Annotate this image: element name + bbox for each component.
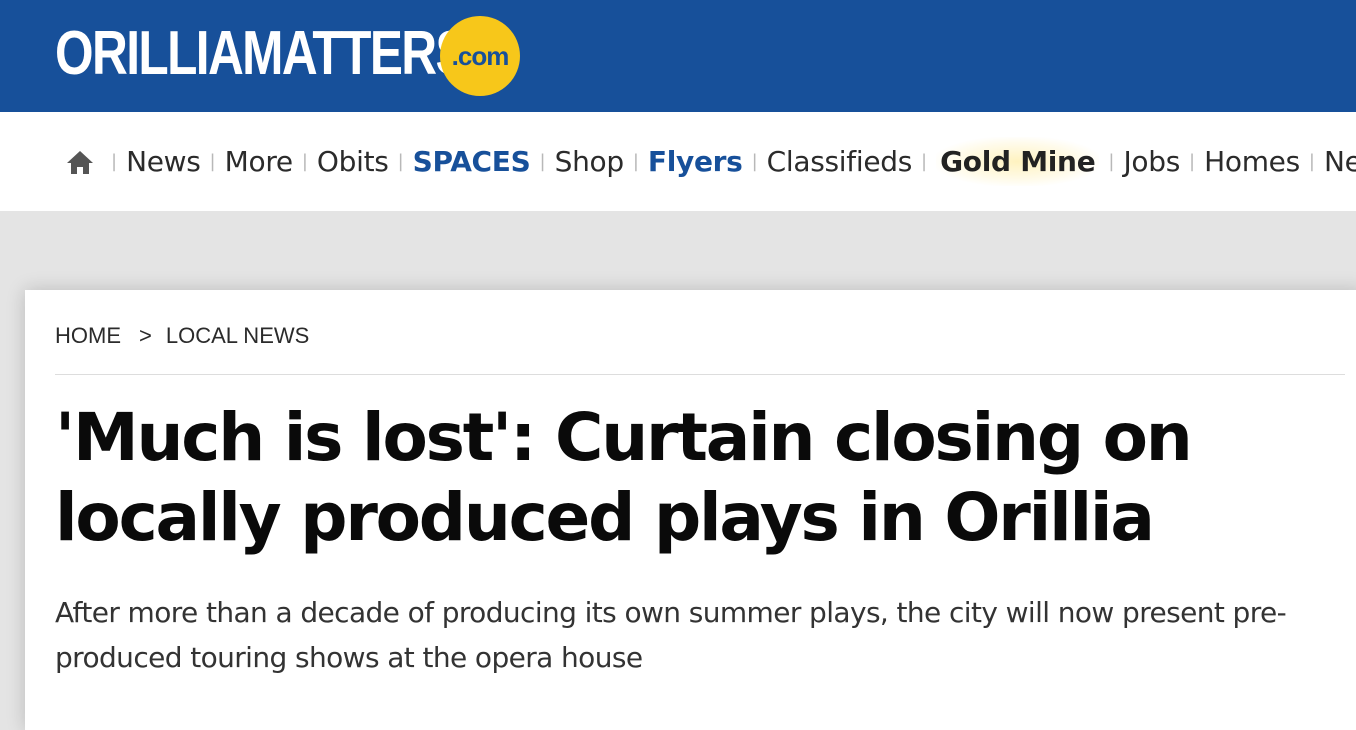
nav-item-obits[interactable]: Obits — [317, 145, 389, 178]
nav-list: | News | More | Obits | SPACES | Shop | … — [66, 112, 1356, 211]
breadcrumb-separator: > — [139, 323, 152, 348]
nav-separator: | — [1308, 151, 1315, 172]
nav-item-homes[interactable]: Homes — [1204, 145, 1300, 178]
nav-separator: | — [751, 151, 758, 172]
main-nav: | News | More | Obits | SPACES | Shop | … — [0, 112, 1356, 211]
home-icon[interactable] — [66, 149, 94, 175]
breadcrumb-divider — [55, 374, 1345, 375]
nav-item-more[interactable]: More — [225, 145, 294, 178]
article-dek: After more than a decade of producing it… — [55, 596, 1287, 674]
nav-item-classifieds[interactable]: Classifieds — [767, 145, 913, 178]
article-card: HOME > LOCAL NEWS 'Much is lost': Curtai… — [25, 290, 1356, 730]
nav-separator: | — [301, 151, 308, 172]
nav-separator: | — [111, 151, 118, 172]
nav-separator: | — [921, 151, 928, 172]
breadcrumb-home[interactable]: HOME — [55, 323, 121, 349]
nav-item-flyers[interactable]: Flyers — [648, 145, 743, 178]
article-headline: 'Much is lost': Curtain closing on local… — [55, 399, 1193, 556]
breadcrumb-local-news[interactable]: LOCAL NEWS — [166, 323, 309, 349]
breadcrumb: HOME > LOCAL NEWS — [55, 323, 309, 349]
logo-badge: .com — [440, 16, 520, 96]
nav-item-truncated[interactable]: Ne — [1324, 145, 1356, 178]
logo-badge-text: .com — [451, 40, 510, 71]
nav-separator: | — [397, 151, 404, 172]
nav-item-spaces[interactable]: SPACES — [413, 145, 531, 178]
nav-separator: | — [209, 151, 216, 172]
nav-separator: | — [1108, 151, 1115, 172]
nav-separator: | — [632, 151, 639, 172]
nav-item-shop[interactable]: Shop — [555, 145, 625, 178]
nav-separator: | — [1189, 151, 1196, 172]
site-header: ORILLIAMATTERS .com — [0, 0, 1356, 112]
nav-item-gold-mine[interactable]: Gold Mine — [936, 137, 1100, 186]
logo-text: ORILLIAMATTERS — [55, 19, 469, 88]
nav-item-jobs[interactable]: Jobs — [1123, 145, 1180, 178]
site-logo[interactable]: ORILLIAMATTERS .com — [55, 12, 570, 96]
nav-separator: | — [539, 151, 546, 172]
nav-item-news[interactable]: News — [126, 145, 201, 178]
